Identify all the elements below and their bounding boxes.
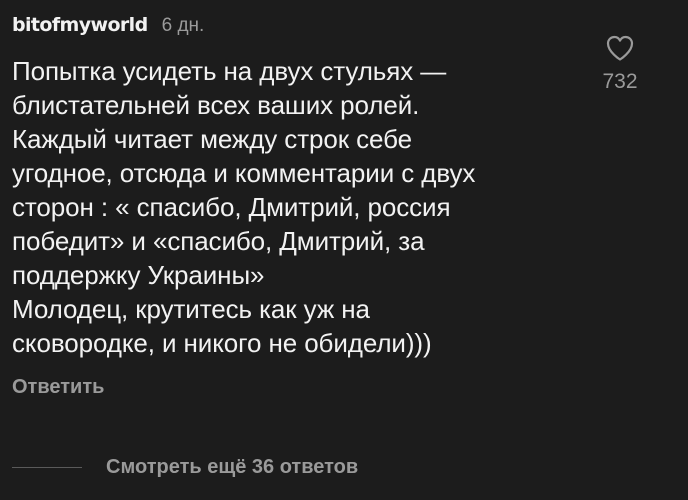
comment-text: Попытка усидеть на двух стульях — блиста…: [12, 56, 476, 358]
comment-time: 6 дн.: [161, 15, 205, 36]
reply-button[interactable]: Ответить: [12, 376, 592, 399]
like-count: 732: [602, 70, 638, 93]
comment-meta: bitofmyworld 6 дн.: [12, 14, 592, 44]
comment-username[interactable]: bitofmyworld: [12, 14, 148, 36]
comment: bitofmyworld 6 дн. Попытка усидеть на дв…: [12, 14, 592, 399]
view-more-replies-label: Смотреть ещё 36 ответов: [106, 456, 359, 478]
heart-icon[interactable]: [605, 34, 635, 62]
view-more-replies[interactable]: Смотреть ещё 36 ответов: [12, 456, 358, 479]
like-control: 732: [592, 34, 648, 94]
divider-line: [12, 467, 82, 468]
